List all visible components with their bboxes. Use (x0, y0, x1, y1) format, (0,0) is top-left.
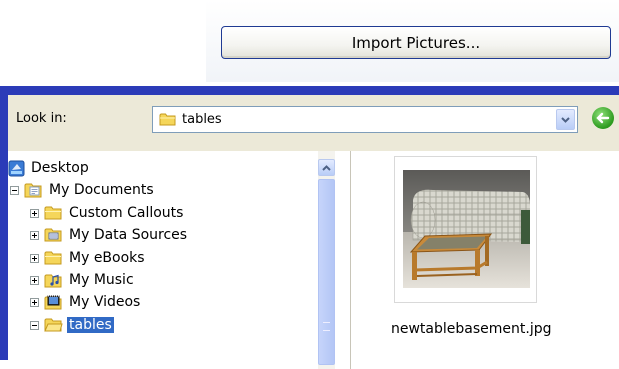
expand-toggle[interactable] (30, 230, 39, 240)
file-dialog: Look in: tables Desktop My Documents Cus… (0, 86, 619, 369)
tree-item-desktop[interactable]: Desktop (8, 157, 91, 179)
back-button[interactable] (592, 107, 614, 129)
tree-item-my-documents[interactable]: My Documents (10, 179, 156, 201)
folder-tree: Desktop My Documents Custom Callouts My … (8, 151, 351, 369)
expand-toggle[interactable] (30, 208, 39, 218)
folder-icon (44, 250, 63, 266)
look-in-dropdown[interactable]: tables (152, 106, 578, 133)
tree-item-label: My Data Sources (69, 227, 188, 243)
look-in-label: Look in: (16, 111, 67, 126)
thumbnail-filename: newtablebasement.jpg (391, 321, 552, 337)
folder-icon (44, 205, 63, 221)
music-folder-icon (44, 272, 63, 289)
my-documents-icon (24, 182, 43, 199)
file-dialog-body: Look in: tables Desktop My Documents Cus… (8, 95, 619, 369)
expand-toggle[interactable] (30, 297, 39, 307)
scroll-grip-icon (323, 322, 330, 331)
tree-item-my-ebooks[interactable]: My eBooks (30, 247, 147, 269)
look-in-value: tables (182, 112, 222, 127)
tree-item-label: Desktop (31, 160, 89, 176)
import-toolbar: Import Pictures... (206, 0, 619, 82)
chevron-up-icon (322, 164, 331, 171)
chevron-down-icon (561, 116, 570, 123)
tree-item-my-videos[interactable]: My Videos (30, 291, 142, 313)
collapse-toggle[interactable] (30, 320, 39, 330)
dropdown-arrow-button[interactable] (556, 109, 575, 130)
collapse-toggle[interactable] (10, 185, 19, 195)
tree-item-tables[interactable]: tables (30, 314, 114, 336)
tree-item-label: My eBooks (69, 250, 145, 266)
scroll-up-button[interactable] (318, 159, 335, 176)
expand-toggle[interactable] (30, 275, 39, 285)
videos-folder-icon (44, 294, 63, 311)
back-arrow-icon (596, 112, 610, 124)
thumbnail-image (403, 170, 530, 288)
tree-item-label: Custom Callouts (69, 205, 184, 221)
open-folder-icon (44, 317, 63, 333)
tree-item-label: My Documents (49, 182, 154, 198)
scroll-thumb[interactable] (318, 179, 335, 365)
tree-item-label: My Music (69, 272, 134, 288)
tree-item-custom-callouts[interactable]: Custom Callouts (30, 202, 185, 224)
preview-pane: newtablebasement.jpg (351, 151, 619, 369)
tree-scrollbar[interactable] (318, 151, 335, 369)
import-pictures-label: Import Pictures... (351, 33, 481, 52)
tree-item-my-data-sources[interactable]: My Data Sources (30, 224, 189, 246)
expand-toggle[interactable] (30, 253, 39, 263)
tree-item-label: My Videos (69, 294, 141, 310)
thumbnail-frame[interactable] (394, 156, 537, 303)
folder-icon (159, 112, 177, 127)
tree-item-my-music[interactable]: My Music (30, 269, 136, 291)
desktop-icon (8, 160, 25, 177)
import-pictures-button[interactable]: Import Pictures... (221, 26, 611, 59)
tree-item-label: tables (67, 317, 114, 333)
data-sources-folder-icon (44, 227, 63, 243)
